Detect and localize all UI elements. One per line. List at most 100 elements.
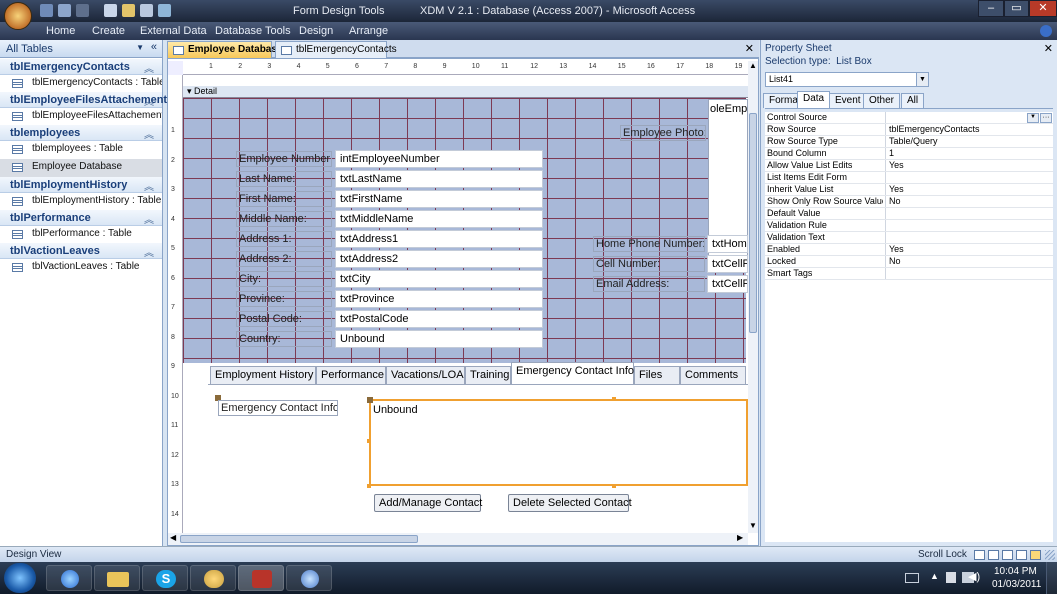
form-tab-vacations-loa[interactable]: Vacations/LOA <box>386 366 465 384</box>
save-icon[interactable] <box>40 4 53 17</box>
nav-group-tblemergencycontacts[interactable]: tblEmergencyContacts ︽ <box>0 59 162 75</box>
field-first-name[interactable]: txtFirstName <box>335 190 543 208</box>
form-tab-files[interactable]: Files <box>634 366 680 384</box>
scroll-up-icon[interactable]: ▲ <box>749 61 757 70</box>
taskbar-paint-icon[interactable] <box>190 565 236 591</box>
chevron-up-icon[interactable]: ︽ <box>144 126 154 141</box>
field-address-1[interactable]: txtAddress1 <box>335 230 543 248</box>
scroll-right-icon[interactable]: ▶ <box>737 533 743 542</box>
prop-value[interactable]: Yes <box>885 244 1053 255</box>
prop-row-control-source[interactable]: Control Source ▼ ··· <box>765 112 1053 124</box>
tab-create[interactable]: Create <box>92 25 125 37</box>
tab-design[interactable]: Design <box>299 25 333 37</box>
field-label-postal-code[interactable]: Postal Code: <box>236 311 332 327</box>
nav-item-employee-database[interactable]: Employee Database <box>0 159 162 177</box>
taskbar-app-icon[interactable] <box>286 565 332 591</box>
prop-tab-event[interactable]: Event <box>829 93 867 108</box>
close-button[interactable]: ✕ <box>1029 0 1057 17</box>
tab-arrange[interactable]: Arrange <box>349 25 388 37</box>
nav-group-tblperformance[interactable]: tblPerformance ︽ <box>0 210 162 226</box>
resize-grip-icon[interactable] <box>1045 550 1055 560</box>
field-last-name[interactable]: txtLastName <box>335 170 543 188</box>
ruler-corner[interactable] <box>168 61 183 75</box>
field-label-cell-number[interactable]: Cell Number: <box>593 256 705 272</box>
prop-value[interactable]: No <box>885 256 1053 267</box>
prop-value[interactable] <box>885 172 1053 183</box>
quick-access-icon-2[interactable] <box>122 4 135 17</box>
field-label-middle-name[interactable]: Middle Name: <box>236 211 332 227</box>
redo-icon[interactable] <box>76 4 89 17</box>
prop-value[interactable] <box>885 220 1053 231</box>
vertical-scrollbar[interactable]: ▲ ▼ <box>748 61 758 533</box>
nav-group-tblemployeefilesattachement[interactable]: tblEmployeeFilesAttachement ︽ <box>0 92 167 108</box>
tab-home[interactable]: Home <box>46 25 75 37</box>
field-postal-code[interactable]: txtPostalCode <box>335 310 543 328</box>
form-tab-employment-history[interactable]: Employment History <box>210 366 316 384</box>
prop-value[interactable]: tblEmergencyContacts <box>885 124 1053 135</box>
nav-item-tblemployeefilesattachement[interactable]: tblEmployeeFilesAttachement... <box>0 108 162 126</box>
prop-value[interactable] <box>885 268 1053 279</box>
field-cell-number[interactable]: txtCellP <box>707 255 748 273</box>
prop-row-default-value[interactable]: Default Value <box>765 208 1053 220</box>
field-label-city[interactable]: City: <box>236 271 332 287</box>
field-label-province[interactable]: Province: <box>236 291 332 307</box>
selection-handle-icon[interactable] <box>612 484 616 488</box>
scroll-thumb[interactable] <box>180 535 418 543</box>
field-label-email[interactable]: Email Address: <box>593 276 705 292</box>
prop-value[interactable]: Yes <box>885 184 1053 195</box>
minimize-button[interactable]: – <box>978 0 1004 17</box>
scroll-left-icon[interactable]: ◀ <box>170 533 176 542</box>
tab-external-data[interactable]: External Data <box>140 25 207 37</box>
taskbar-ie-icon[interactable] <box>46 565 92 591</box>
selection-handle-icon[interactable] <box>367 484 371 488</box>
field-email[interactable]: txtCellP <box>707 275 748 293</box>
office-button[interactable] <box>4 2 32 30</box>
field-address-2[interactable]: txtAddress2 <box>335 250 543 268</box>
form-tab-emergency-contact-info[interactable]: Emergency Contact Info <box>511 362 634 384</box>
field-label-address-1[interactable]: Address 1: <box>236 231 332 247</box>
collapse-icon[interactable]: « <box>151 41 157 53</box>
chevron-up-icon[interactable]: ︽ <box>144 93 154 108</box>
doc-tab-tblemergencycontacts[interactable]: tblEmergencyContacts <box>275 41 397 58</box>
prop-row-row-source-type[interactable]: Row Source Type Table/Query <box>765 136 1053 148</box>
nav-item-tblperformance[interactable]: tblPerformance : Table <box>0 226 162 244</box>
selection-handle-icon[interactable] <box>612 397 616 401</box>
form-tab-comments[interactable]: Comments <box>680 366 746 384</box>
chevron-down-icon[interactable]: ▼ <box>916 73 928 86</box>
prop-row-show-only-row-source-values[interactable]: Show Only Row Source Values No <box>765 196 1053 208</box>
clock-date[interactable]: 01/03/2011 <box>992 579 1041 590</box>
taskbar-skype-icon[interactable]: S <box>142 565 188 591</box>
scroll-down-icon[interactable]: ▼ <box>749 521 757 530</box>
section-bar-detail[interactable]: ▾ Detail <box>183 86 748 98</box>
show-desktop-button[interactable] <box>1046 562 1057 594</box>
prop-row-inherit-value-list[interactable]: Inherit Value List Yes <box>765 184 1053 196</box>
volume-icon[interactable]: ◀) <box>968 570 980 583</box>
nav-item-tblemergencycontacts[interactable]: tblEmergencyContacts : Table <box>0 75 162 93</box>
form-tab-performance[interactable]: Performance <box>316 366 386 384</box>
tray-expand-icon[interactable]: ▲ <box>930 571 939 581</box>
prop-row-list-items-edit-form[interactable]: List Items Edit Form <box>765 172 1053 184</box>
form-tab-training[interactable]: Training <box>465 366 511 384</box>
field-label-home-phone[interactable]: Home Phone Number: <box>593 236 705 252</box>
prop-row-validation-rule[interactable]: Validation Rule <box>765 220 1053 232</box>
prop-value[interactable]: Table/Query <box>885 136 1053 147</box>
scroll-thumb[interactable] <box>749 113 757 333</box>
chevron-up-icon[interactable]: ︽ <box>144 244 154 259</box>
nav-item-tblemployees[interactable]: tblemployees : Table <box>0 141 162 159</box>
start-button[interactable] <box>4 563 36 593</box>
employee-photo-label[interactable]: Employee Photo: <box>620 125 706 141</box>
prop-tab-all[interactable]: All <box>901 93 925 108</box>
horizontal-scrollbar[interactable]: ◀ ▶ <box>168 533 748 545</box>
prop-value[interactable]: 1 <box>885 148 1053 159</box>
control-selector[interactable]: List41 ▼ <box>765 72 929 87</box>
maximize-button[interactable]: ▭ <box>1004 0 1029 17</box>
selection-handle-icon[interactable] <box>367 439 371 443</box>
quick-access-icon-3[interactable] <box>140 4 153 17</box>
view-icon-design[interactable] <box>1030 550 1041 560</box>
prop-row-enabled[interactable]: Enabled Yes <box>765 244 1053 256</box>
prop-row-allow-value-list-edits[interactable]: Allow Value List Edits Yes <box>765 160 1053 172</box>
add-manage-contact-button[interactable]: Add/Manage Contact <box>374 494 482 512</box>
field-city[interactable]: txtCity <box>335 270 543 288</box>
view-icon-layout[interactable] <box>1016 550 1027 560</box>
chevron-down-icon[interactable]: ▼ <box>1027 113 1039 123</box>
